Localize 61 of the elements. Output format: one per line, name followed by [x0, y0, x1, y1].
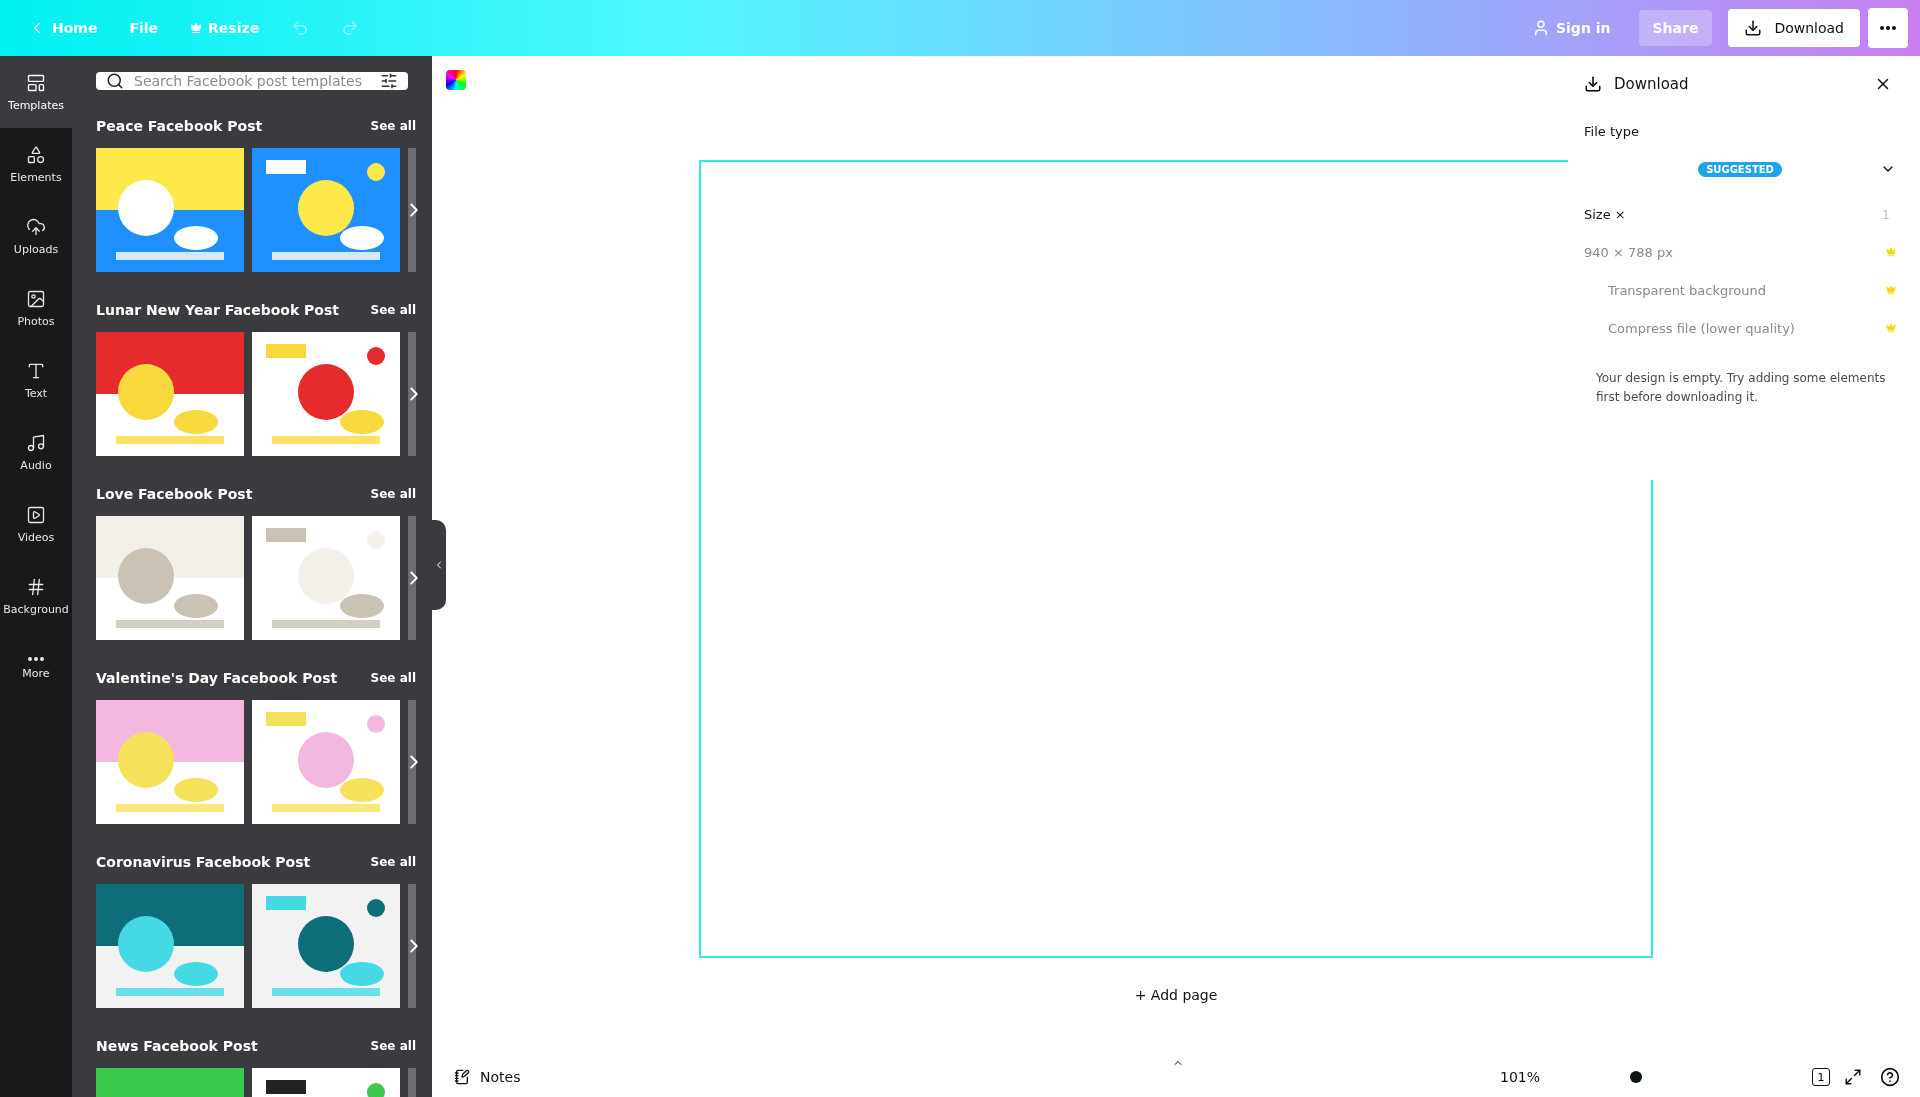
- add-page-button[interactable]: + Add page: [1128, 986, 1224, 1004]
- collapse-panel-button[interactable]: [432, 520, 446, 610]
- layout-icon: [26, 72, 46, 93]
- color-picker-icon[interactable]: [446, 70, 466, 90]
- expand-icon: [1844, 1068, 1862, 1086]
- page-count-button[interactable]: 1: [1812, 1068, 1830, 1086]
- empty-design-message: Your design is empty. Try adding some elements first before downloading it.: [1596, 370, 1887, 406]
- undo-icon: [291, 19, 310, 37]
- option-label: Compress file (lower quality): [1608, 320, 1795, 336]
- music-note-icon: [26, 432, 46, 453]
- section-title: Valentine's Day Facebook Post: [96, 670, 338, 686]
- see-all-link[interactable]: See all: [370, 855, 416, 869]
- section-title: News Facebook Post: [96, 1038, 258, 1054]
- crown-icon: [1886, 323, 1896, 333]
- image-icon: [26, 288, 46, 309]
- filter-icon: [380, 72, 398, 90]
- sidebar-tab[interactable]: More: [0, 632, 72, 704]
- download-icon: [1584, 75, 1602, 93]
- notes-button[interactable]: Notes: [448, 1068, 527, 1086]
- crown-icon: [1886, 247, 1896, 257]
- user-icon: [1532, 19, 1550, 37]
- dimensions-text: 940 × 788 px: [1584, 244, 1673, 260]
- more-icon: [1880, 26, 1896, 30]
- see-all-link[interactable]: See all: [370, 303, 416, 317]
- section-title: Peace Facebook Post: [96, 118, 263, 134]
- sidebar-tab[interactable]: Background: [0, 560, 72, 632]
- hash-icon: [26, 576, 46, 597]
- file-type-label: File type: [1584, 124, 1640, 139]
- more-button[interactable]: [1868, 8, 1908, 48]
- crown-icon: [190, 22, 203, 34]
- more-icon: [28, 656, 44, 661]
- sidebar-tab[interactable]: Elements: [0, 128, 72, 200]
- see-all-link[interactable]: See all: [370, 1039, 416, 1053]
- sidebar-tab[interactable]: Audio: [0, 416, 72, 488]
- option-label: Transparent background: [1608, 282, 1766, 298]
- crown-icon: [1886, 285, 1896, 295]
- search-icon: [106, 72, 124, 90]
- see-all-link[interactable]: See all: [370, 119, 416, 133]
- help-icon: [1880, 1067, 1900, 1087]
- see-all-link[interactable]: See all: [370, 671, 416, 685]
- shapes-icon: [26, 144, 46, 165]
- panel-title: Download: [1614, 75, 1690, 93]
- sidebar-tab[interactable]: Templates: [0, 56, 72, 128]
- zoom-level[interactable]: 101%: [1499, 1069, 1540, 1085]
- search-field[interactable]: Search Facebook post templates: [96, 72, 408, 90]
- sidebar-tab[interactable]: Photos: [0, 272, 72, 344]
- notes-icon: [454, 1069, 470, 1085]
- see-all-link[interactable]: See all: [370, 487, 416, 501]
- section-title: Love Facebook Post: [96, 486, 253, 502]
- sidebar-tab[interactable]: Uploads: [0, 200, 72, 272]
- sidebar-tab[interactable]: Text: [0, 344, 72, 416]
- redo-icon: [341, 19, 360, 37]
- video-icon: [26, 504, 46, 525]
- zoom-slider-thumb[interactable]: [1630, 1071, 1642, 1083]
- cloud-upload-icon: [26, 216, 46, 237]
- sidebar-tab[interactable]: Videos: [0, 488, 72, 560]
- size-label: Size ×: [1584, 206, 1626, 222]
- download-button[interactable]: Download: [1728, 9, 1860, 47]
- section-title: Lunar New Year Facebook Post: [96, 302, 339, 318]
- download-icon: [1744, 19, 1763, 37]
- section-title: Coronavirus Facebook Post: [96, 854, 311, 870]
